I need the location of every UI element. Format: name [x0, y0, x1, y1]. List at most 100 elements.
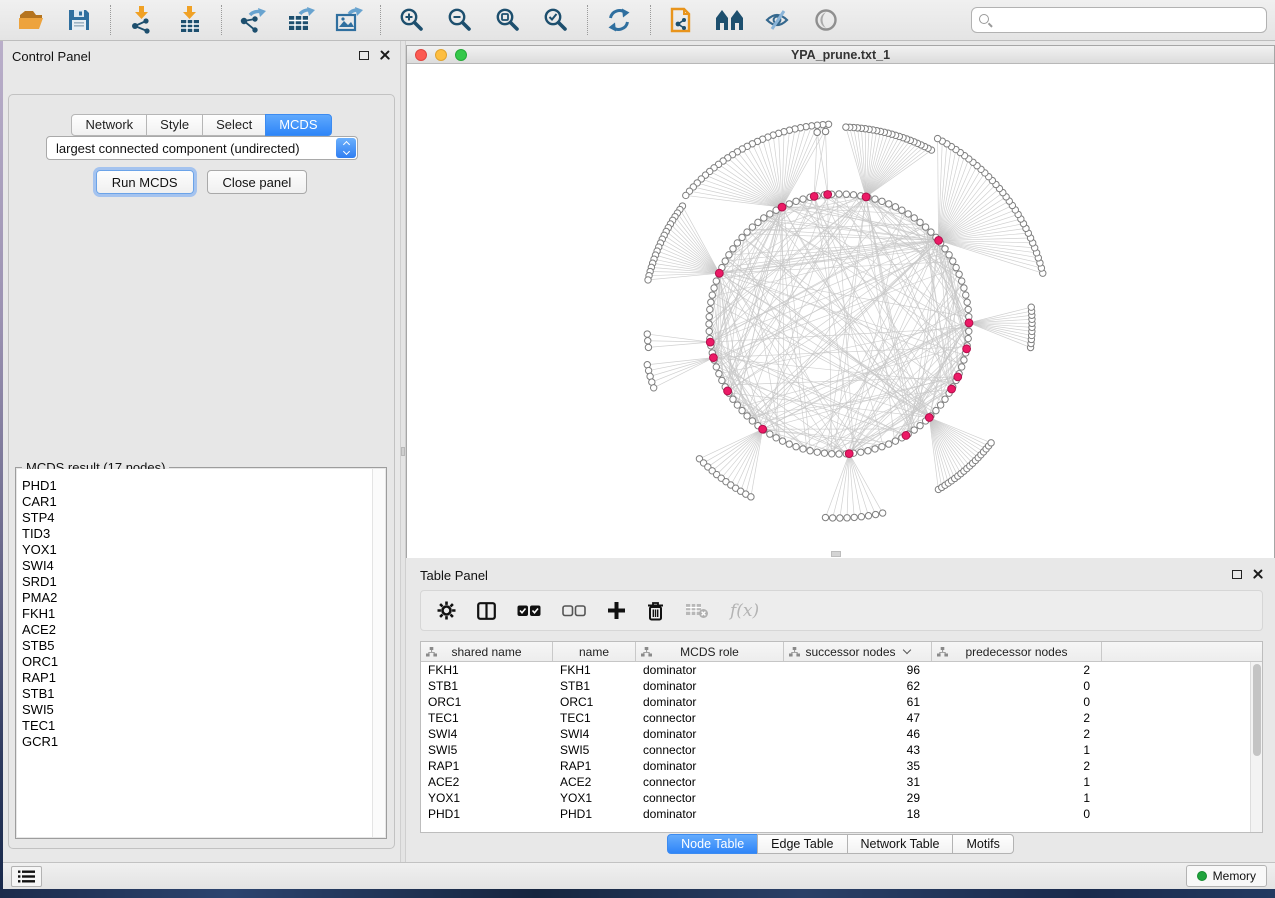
zoom-in-icon[interactable] — [395, 4, 429, 36]
table-row[interactable]: FKH1FKH1dominator962 — [421, 662, 1262, 678]
table-row[interactable]: TEC1TEC1connector472 — [421, 710, 1262, 726]
mcds-result-item[interactable]: GCR1 — [17, 734, 385, 750]
cell-name[interactable]: ORC1 — [553, 695, 636, 709]
table-row[interactable]: SWI4SWI4dominator462 — [421, 726, 1262, 742]
memory-button[interactable]: Memory — [1186, 865, 1267, 887]
unselect-all-columns-icon[interactable] — [562, 604, 586, 617]
canvas-splitter-grip[interactable] — [831, 551, 841, 557]
close-window-icon[interactable] — [415, 49, 427, 61]
zoom-fit-icon[interactable] — [491, 4, 525, 36]
save-session-icon[interactable] — [62, 4, 96, 36]
cell-shared-name[interactable]: ORC1 — [421, 695, 553, 709]
search-input[interactable] — [971, 7, 1267, 33]
cell-successor-nodes[interactable]: 31 — [784, 775, 932, 789]
mcds-result-item[interactable]: YOX1 — [17, 542, 385, 558]
network-window-titlebar[interactable]: YPA_prune.txt_1 — [407, 46, 1274, 64]
mcds-result-item[interactable]: CAR1 — [17, 494, 385, 510]
task-history-button[interactable] — [11, 866, 42, 887]
cell-name[interactable]: TEC1 — [553, 711, 636, 725]
cell-successor-nodes[interactable]: 62 — [784, 679, 932, 693]
cell-predecessor-nodes[interactable]: 1 — [932, 791, 1102, 805]
tab-node-table[interactable]: Node Table — [667, 834, 758, 854]
tab-style[interactable]: Style — [146, 114, 203, 136]
cell-name[interactable]: YOX1 — [553, 791, 636, 805]
cell-successor-nodes[interactable]: 47 — [784, 711, 932, 725]
add-column-icon[interactable] — [607, 601, 626, 620]
cell-shared-name[interactable]: FKH1 — [421, 663, 553, 677]
cell-MCDS-role[interactable]: dominator — [636, 759, 784, 773]
zoom-selected-icon[interactable] — [539, 4, 573, 36]
close-panel-button[interactable]: Close panel — [207, 170, 308, 194]
mcds-result-item[interactable]: PHD1 — [17, 478, 385, 494]
zoom-out-icon[interactable] — [443, 4, 477, 36]
mcds-result-item[interactable]: SRD1 — [17, 574, 385, 590]
cell-successor-nodes[interactable]: 29 — [784, 791, 932, 805]
cell-MCDS-role[interactable]: connector — [636, 775, 784, 789]
minimize-window-icon[interactable] — [435, 49, 447, 61]
cell-shared-name[interactable]: TEC1 — [421, 711, 553, 725]
hide-graphics-details-icon[interactable] — [761, 4, 795, 36]
run-mcds-button[interactable]: Run MCDS — [96, 170, 194, 194]
cell-shared-name[interactable]: PHD1 — [421, 807, 553, 821]
tab-edge-table[interactable]: Edge Table — [757, 834, 847, 854]
mcds-result-item[interactable]: RAP1 — [17, 670, 385, 686]
mcds-result-item[interactable]: TEC1 — [17, 718, 385, 734]
mcds-result-item[interactable]: STP4 — [17, 510, 385, 526]
cell-name[interactable]: ACE2 — [553, 775, 636, 789]
cell-MCDS-role[interactable]: dominator — [636, 663, 784, 677]
float-panel-icon[interactable] — [359, 51, 369, 60]
cell-MCDS-role[interactable]: dominator — [636, 679, 784, 693]
tab-network[interactable]: Network — [71, 114, 147, 136]
show-graphics-details-icon[interactable] — [809, 4, 843, 36]
mcds-result-item[interactable]: SWI4 — [17, 558, 385, 574]
cell-predecessor-nodes[interactable]: 2 — [932, 727, 1102, 741]
cell-MCDS-role[interactable]: dominator — [636, 807, 784, 821]
export-image-icon[interactable] — [332, 4, 366, 36]
mcds-result-item[interactable]: STB1 — [17, 686, 385, 702]
cell-name[interactable]: STB1 — [553, 679, 636, 693]
select-all-columns-icon[interactable] — [517, 604, 541, 617]
delete-column-icon[interactable] — [647, 601, 664, 621]
cell-shared-name[interactable]: RAP1 — [421, 759, 553, 773]
cell-predecessor-nodes[interactable]: 2 — [932, 663, 1102, 677]
cell-shared-name[interactable]: STB1 — [421, 679, 553, 693]
cell-name[interactable]: RAP1 — [553, 759, 636, 773]
cell-successor-nodes[interactable]: 61 — [784, 695, 932, 709]
mcds-result-item[interactable]: FKH1 — [17, 606, 385, 622]
cell-successor-nodes[interactable]: 46 — [784, 727, 932, 741]
cell-MCDS-role[interactable]: connector — [636, 711, 784, 725]
float-panel-icon[interactable] — [1232, 570, 1242, 579]
close-panel-icon[interactable] — [1253, 569, 1263, 579]
cell-predecessor-nodes[interactable]: 0 — [932, 679, 1102, 693]
table-row[interactable]: YOX1YOX1connector291 — [421, 790, 1262, 806]
table-row[interactable]: PHD1PHD1dominator180 — [421, 806, 1262, 822]
import-table-icon[interactable] — [173, 4, 207, 36]
tab-network-table[interactable]: Network Table — [847, 834, 954, 854]
table-row[interactable]: RAP1RAP1dominator352 — [421, 758, 1262, 774]
cell-predecessor-nodes[interactable]: 2 — [932, 711, 1102, 725]
cell-shared-name[interactable]: SWI4 — [421, 727, 553, 741]
close-panel-icon[interactable] — [380, 50, 390, 60]
cell-successor-nodes[interactable]: 18 — [784, 807, 932, 821]
refresh-view-icon[interactable] — [602, 4, 636, 36]
table-row[interactable]: STB1STB1dominator620 — [421, 678, 1262, 694]
tab-mcds[interactable]: MCDS — [265, 114, 331, 136]
maximize-window-icon[interactable] — [455, 49, 467, 61]
table-scrollbar-thumb[interactable] — [1253, 664, 1261, 756]
column-settings-icon[interactable] — [437, 601, 456, 620]
cell-name[interactable]: SWI5 — [553, 743, 636, 757]
cell-successor-nodes[interactable]: 96 — [784, 663, 932, 677]
column-header-MCDS-role[interactable]: MCDS role — [636, 642, 784, 661]
cell-name[interactable]: FKH1 — [553, 663, 636, 677]
mcds-result-item[interactable]: TID3 — [17, 526, 385, 542]
mcds-result-item[interactable]: ACE2 — [17, 622, 385, 638]
table-row[interactable]: ACE2ACE2connector311 — [421, 774, 1262, 790]
export-table-icon[interactable] — [284, 4, 318, 36]
mcds-result-item[interactable]: ORC1 — [17, 654, 385, 670]
mcds-result-item[interactable]: PMA2 — [17, 590, 385, 606]
splitter-grip[interactable] — [401, 447, 405, 456]
mcds-list-scrollbar[interactable] — [372, 469, 385, 837]
cell-MCDS-role[interactable]: connector — [636, 791, 784, 805]
cell-MCDS-role[interactable]: connector — [636, 743, 784, 757]
cell-MCDS-role[interactable]: dominator — [636, 727, 784, 741]
